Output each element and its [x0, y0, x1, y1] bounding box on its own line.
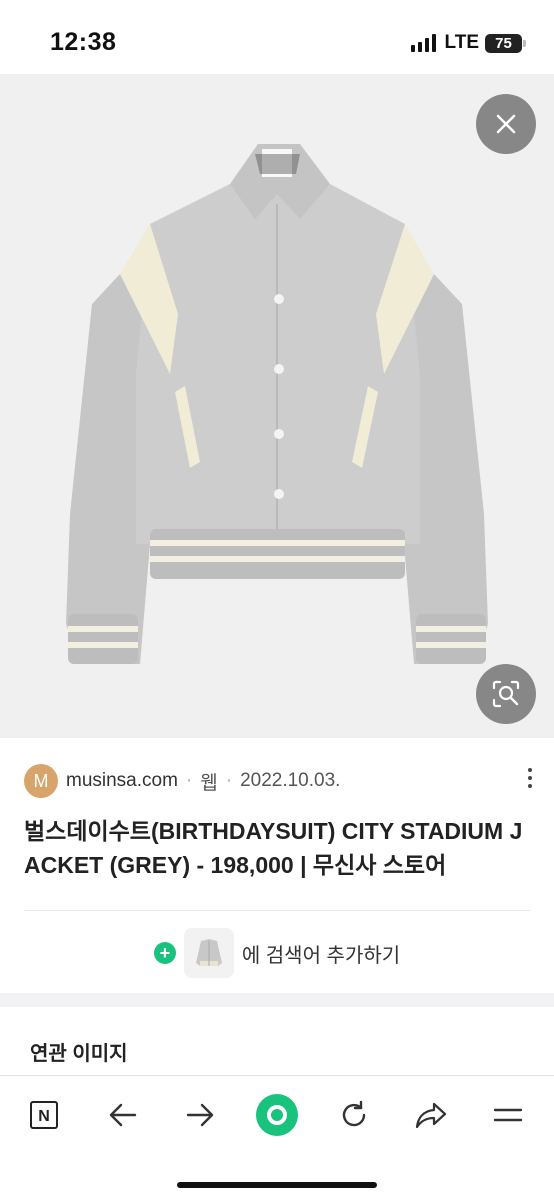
signal-icon — [410, 34, 436, 52]
jacket-image — [66, 144, 488, 664]
status-right: LTE 75 — [410, 32, 526, 54]
refresh-button[interactable] — [331, 1092, 377, 1138]
search-result: M musinsa.com · 웹 · 2022.10.03. 벌스데이수트(B… — [0, 738, 554, 993]
svg-text:N: N — [38, 1108, 50, 1125]
forward-button[interactable] — [177, 1092, 223, 1138]
site-favicon: M — [24, 764, 58, 798]
home-indicator[interactable] — [177, 1182, 377, 1188]
menu-icon — [493, 1108, 523, 1122]
result-source[interactable]: M musinsa.com · 웹 · 2022.10.03. — [24, 764, 340, 798]
back-arrow-icon — [109, 1103, 137, 1127]
more-options-icon[interactable] — [528, 768, 532, 788]
keyword-thumbnail — [183, 928, 234, 978]
image-search-button[interactable] — [476, 664, 536, 724]
divider — [24, 910, 530, 911]
naver-home-button[interactable]: N — [21, 1092, 67, 1138]
bottom-toolbar: N — [0, 1075, 554, 1200]
status-time: 12:38 — [50, 28, 117, 56]
site-domain[interactable]: musinsa.com — [66, 770, 178, 792]
close-icon — [496, 114, 516, 134]
section-divider — [0, 993, 554, 1007]
back-button[interactable] — [100, 1092, 146, 1138]
result-date: 2022.10.03. — [240, 770, 341, 791]
result-type: 웹 — [200, 772, 218, 794]
green-dot-icon — [256, 1094, 298, 1136]
battery-icon: 75 — [485, 33, 526, 53]
image-search-icon — [492, 680, 520, 708]
result-title[interactable]: 벌스데이수트(BIRTHDAYSUIT) CITY STADIUM JACKET… — [24, 814, 534, 882]
network-label: LTE — [444, 32, 479, 53]
add-search-keyword-button[interactable]: + 에 검색어 추가하기 — [0, 928, 554, 978]
naver-icon: N — [30, 1101, 58, 1129]
battery-level: 75 — [495, 34, 512, 52]
related-images-heading: 연관 이미지 — [30, 1043, 128, 1065]
green-dot-button[interactable] — [254, 1092, 300, 1138]
add-keyword-label: 에 검색어 추가하기 — [241, 944, 401, 967]
source-separator: · — [185, 770, 193, 791]
forward-arrow-icon — [186, 1103, 214, 1127]
source-separator-2: · — [225, 770, 233, 791]
close-button[interactable] — [476, 94, 536, 154]
image-viewer[interactable] — [0, 74, 554, 738]
plus-icon: + — [153, 942, 176, 964]
refresh-icon — [342, 1100, 366, 1127]
menu-button[interactable] — [485, 1092, 531, 1138]
status-bar: 12:38 LTE 75 — [0, 0, 554, 74]
share-button[interactable] — [408, 1092, 454, 1138]
share-icon — [415, 1102, 447, 1129]
